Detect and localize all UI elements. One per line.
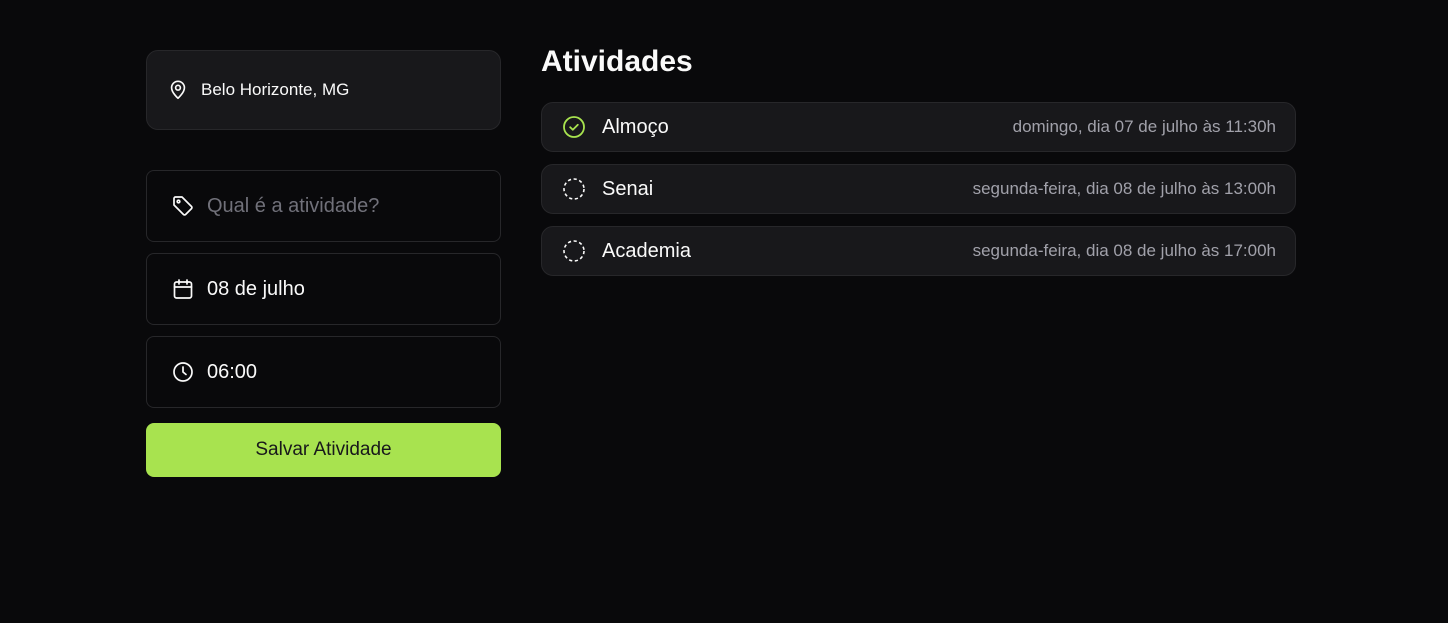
map-pin-icon	[167, 79, 189, 101]
activity-item[interactable]: Senai segunda-feira, dia 08 de julho às …	[541, 164, 1296, 214]
dashed-circle-icon[interactable]	[562, 177, 586, 201]
activity-form: Salvar Atividade	[146, 170, 501, 477]
activity-datetime: segunda-feira, dia 08 de julho às 17:00h	[972, 241, 1276, 260]
check-circle-icon[interactable]	[562, 115, 586, 139]
activity-datetime: domingo, dia 07 de julho às 11:30h	[1012, 117, 1276, 136]
date-field[interactable]	[146, 253, 501, 325]
activities-panel: Atividades Almoço domingo, dia 07 de jul…	[541, 42, 1296, 288]
time-field[interactable]	[146, 336, 501, 408]
activity-name: Senai	[602, 177, 654, 200]
location-text: Belo Horizonte, MG	[201, 80, 350, 99]
activity-name: Academia	[602, 239, 691, 262]
location-card: Belo Horizonte, MG	[146, 50, 501, 130]
clock-icon	[171, 360, 195, 384]
activities-title: Atividades	[541, 45, 693, 78]
time-input[interactable]	[207, 360, 467, 384]
activity-input[interactable]	[207, 194, 467, 218]
save-activity-button[interactable]: Salvar Atividade	[146, 423, 501, 477]
calendar-icon	[171, 277, 195, 301]
tag-icon	[171, 194, 195, 218]
activity-datetime: segunda-feira, dia 08 de julho às 13:00h	[972, 179, 1276, 198]
dashed-circle-icon[interactable]	[562, 239, 586, 263]
activity-name: Almoço	[602, 115, 669, 138]
activity-item[interactable]: Almoço domingo, dia 07 de julho às 11:30…	[541, 102, 1296, 152]
activity-form-panel: Belo Horizonte, MG Qual é a atividade? 0…	[146, 50, 501, 477]
activity-field[interactable]	[146, 170, 501, 242]
activity-item[interactable]: Academia segunda-feira, dia 08 de julho …	[541, 226, 1296, 276]
date-input[interactable]	[207, 277, 467, 301]
app-root: Belo Horizonte, MG Qual é a atividade? 0…	[0, 0, 1448, 623]
